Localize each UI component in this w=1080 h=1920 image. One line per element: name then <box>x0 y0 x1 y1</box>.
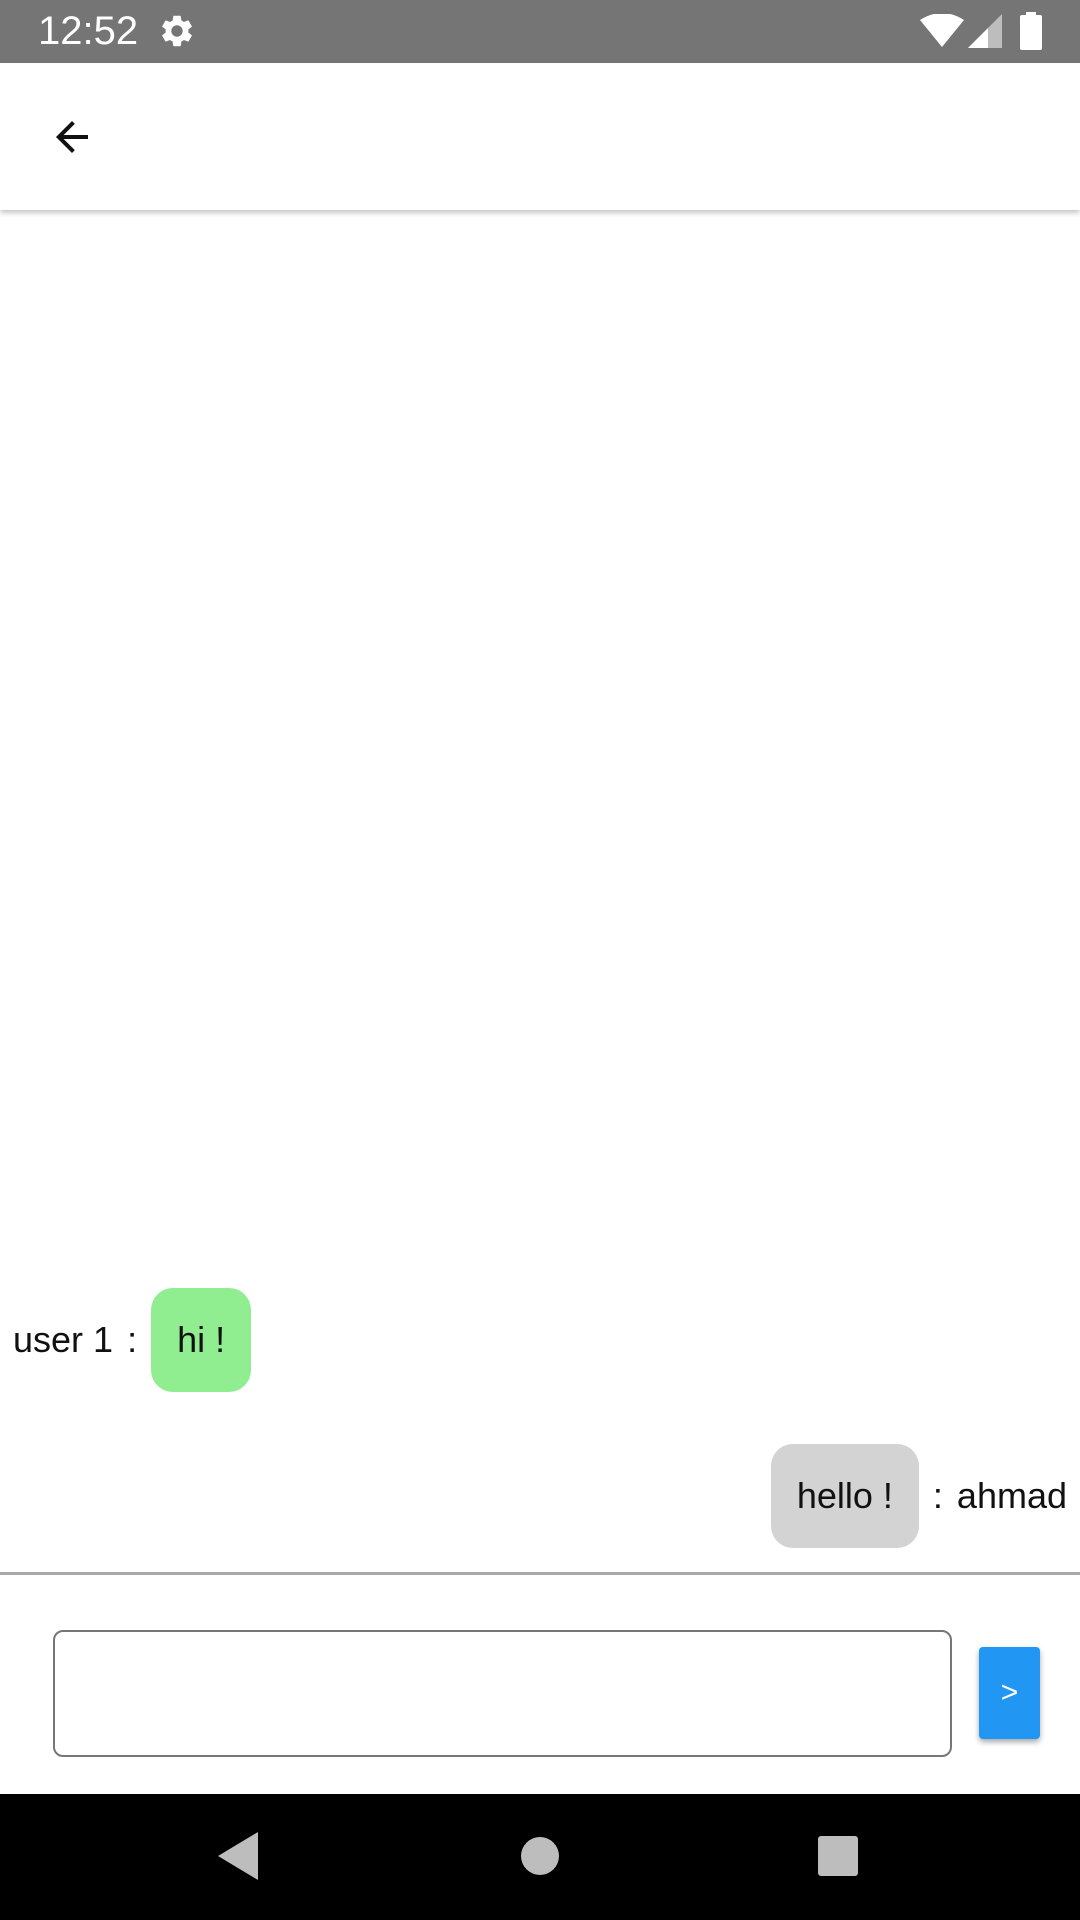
message-row-outgoing: hello ! : ahmad <box>770 1444 1067 1548</box>
message-text: hi ! <box>177 1319 226 1360</box>
message-bubble: hi ! <box>151 1288 252 1392</box>
back-button[interactable] <box>34 99 110 175</box>
battery-icon <box>1020 12 1042 50</box>
navigation-bar <box>0 1794 1080 1920</box>
message-sender: user 1 <box>13 1319 114 1360</box>
nav-recents-icon[interactable] <box>818 1836 858 1876</box>
message-sender: ahmad <box>956 1475 1067 1516</box>
nav-home-icon[interactable] <box>521 1837 559 1875</box>
status-time: 12:52 <box>38 9 139 53</box>
message-separator: : <box>932 1475 943 1516</box>
message-text: hello ! <box>796 1475 893 1516</box>
composer-divider <box>0 1572 1080 1575</box>
status-bar: 12:52 <box>0 0 1080 63</box>
signal-icon <box>968 14 1002 48</box>
message-input[interactable] <box>53 1630 952 1757</box>
wifi-icon <box>920 14 964 47</box>
app-bar <box>0 63 1080 210</box>
chat-screen: 12:52 user 1 : hi ! hello !: ahmad > <box>0 0 1080 1920</box>
gear-icon <box>162 15 192 47</box>
arrow-left-icon <box>56 121 88 153</box>
message-row-incoming: user 1 : hi ! <box>13 1288 252 1392</box>
message-bubble: hello ! <box>770 1444 919 1548</box>
nav-back-icon[interactable] <box>218 1832 258 1880</box>
message-separator: : <box>127 1319 138 1360</box>
send-button[interactable]: > <box>979 1647 1040 1739</box>
